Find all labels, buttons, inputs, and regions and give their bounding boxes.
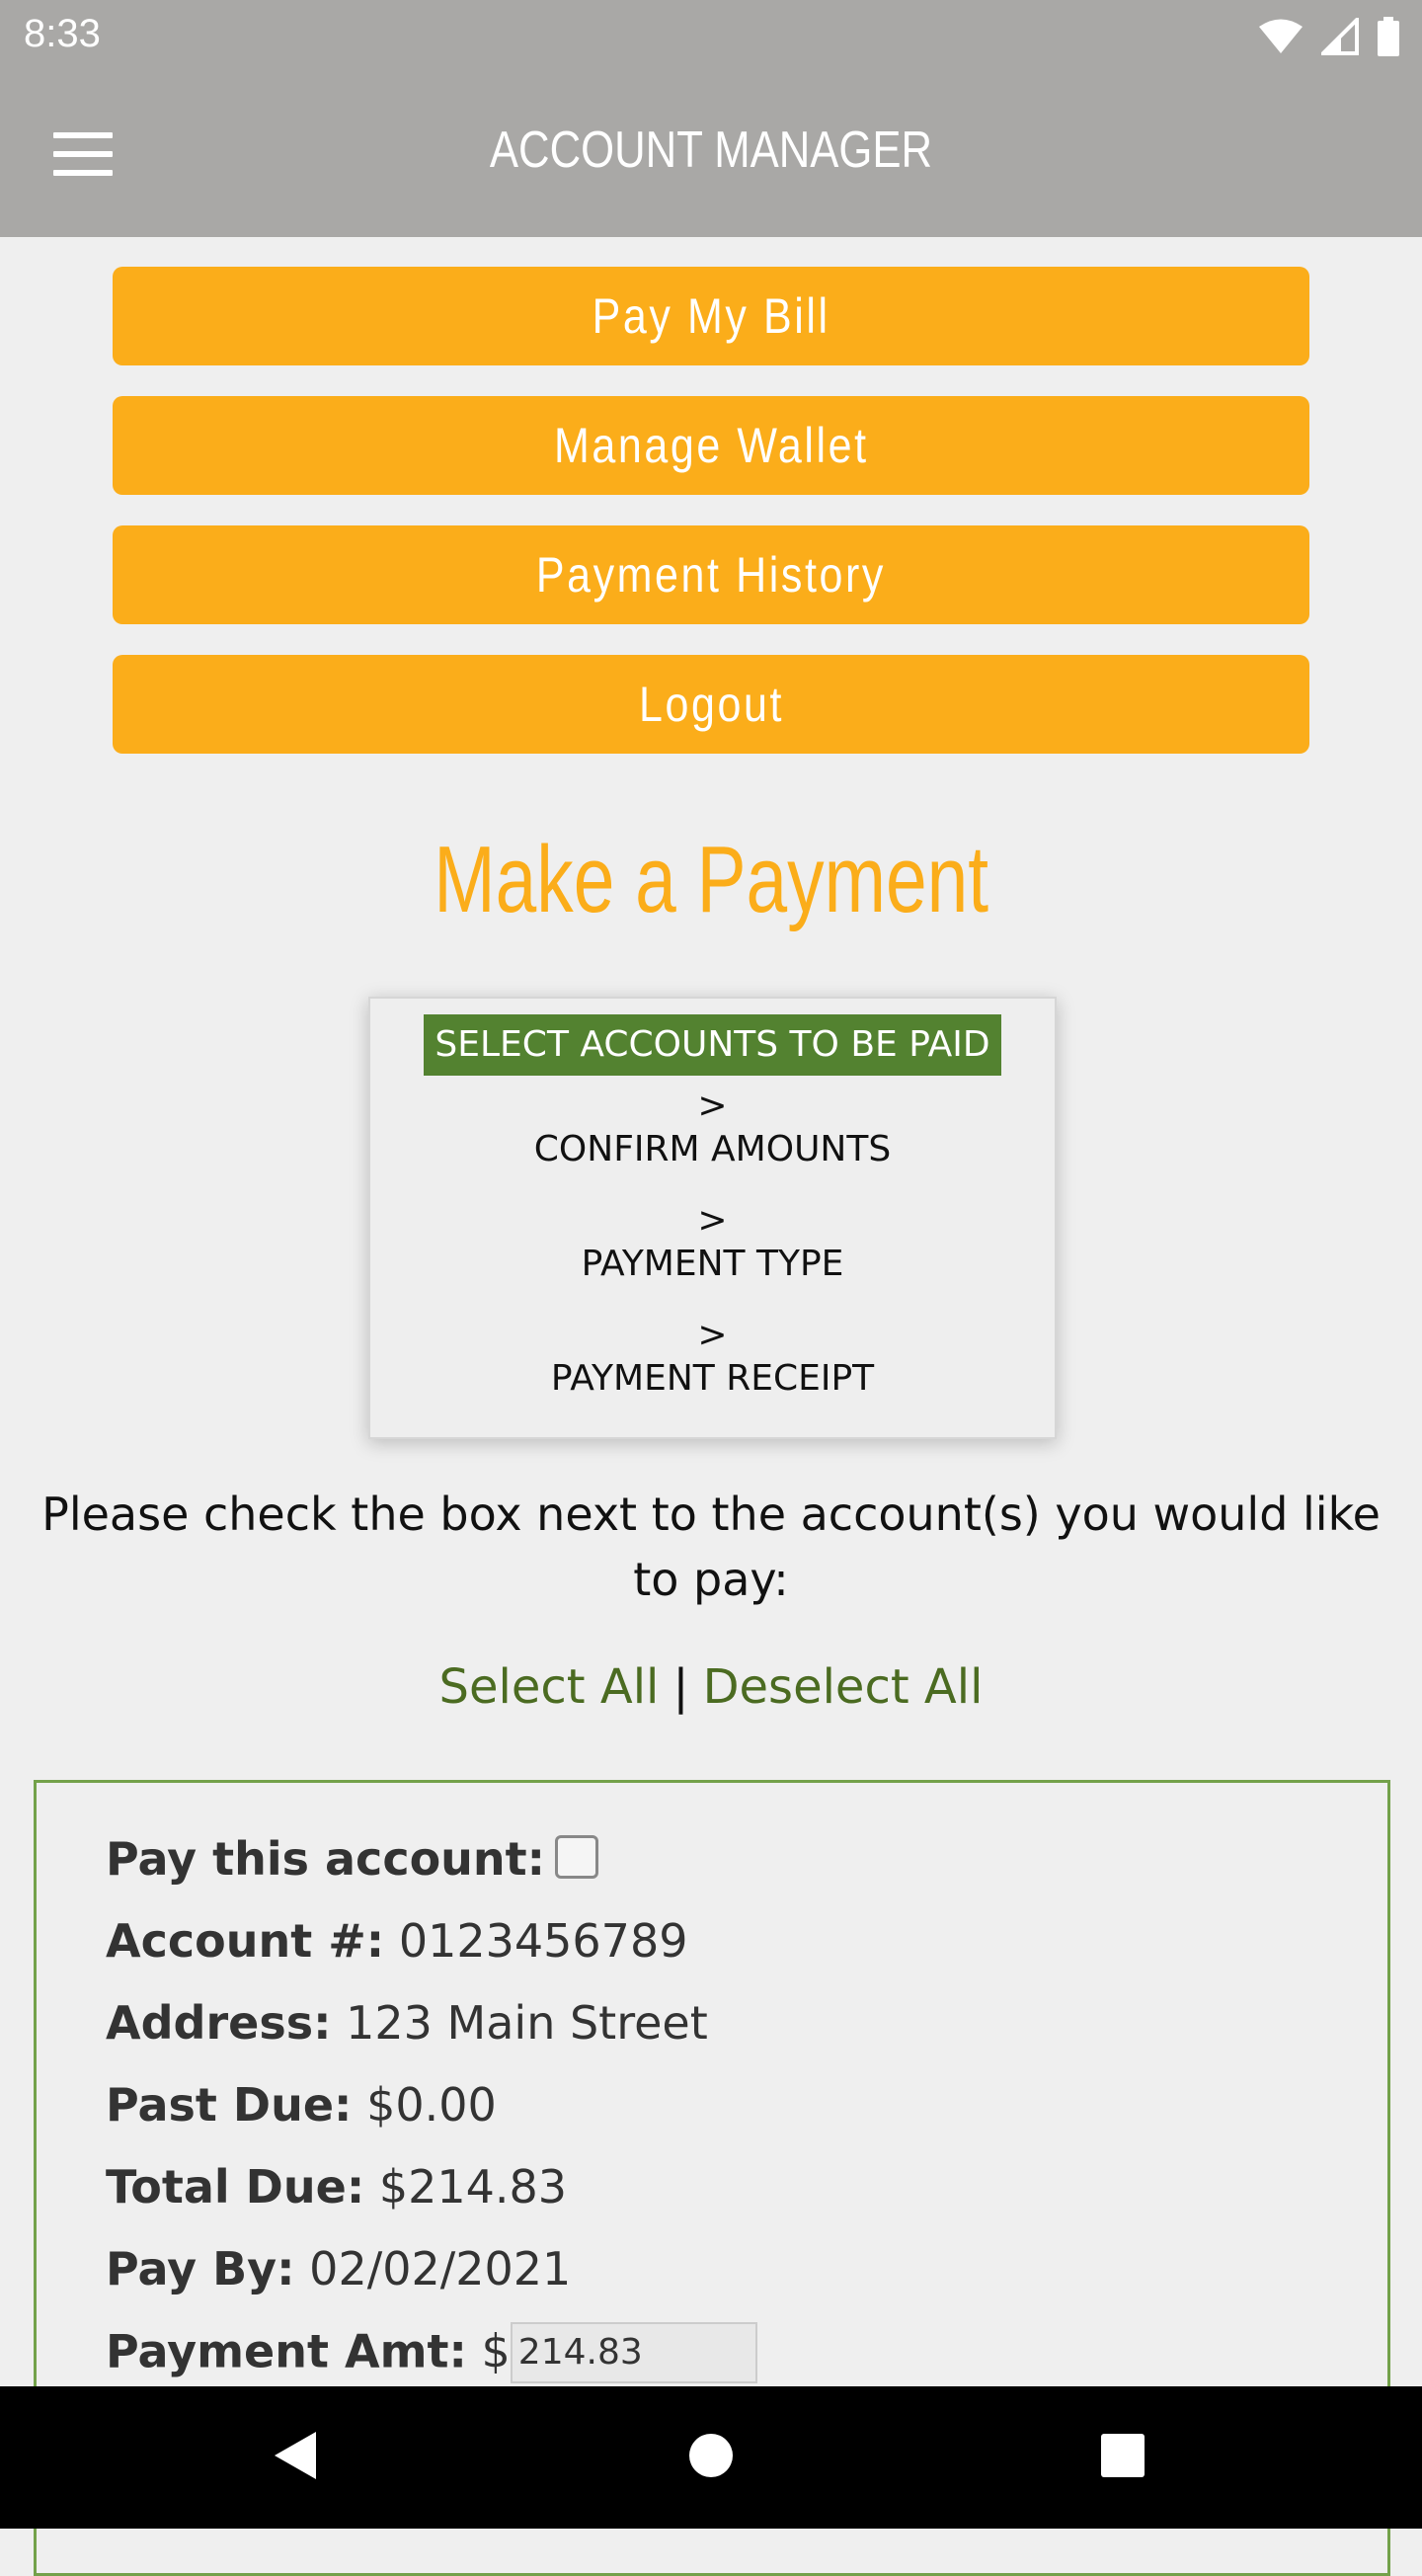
step-select-accounts: SELECT ACCOUNTS TO BE PAID [424, 1014, 1001, 1076]
menu-icon[interactable] [53, 132, 113, 176]
payment-steps: SELECT ACCOUNTS TO BE PAID > CONFIRM AMO… [368, 997, 1057, 1439]
total-due-label: Total Due: [106, 2160, 365, 2214]
pay-by-row: Pay By: 02/02/2021 [106, 2242, 571, 2295]
account-number-value: 0123456789 [398, 1914, 688, 1968]
pay-account-label: Pay this account: [106, 1832, 546, 1886]
step-payment-receipt: PAYMENT RECEIPT [550, 1358, 875, 1399]
logout-button[interactable]: Logout [113, 655, 1309, 754]
address-value: 123 Main Street [346, 1996, 708, 2050]
total-due-value: $214.83 [378, 2160, 568, 2214]
past-due-value: $0.00 [366, 2078, 497, 2132]
total-due-row: Total Due: $214.83 [106, 2160, 567, 2214]
pay-by-value: 02/02/2021 [309, 2242, 572, 2295]
currency-symbol: $ [481, 2324, 511, 2378]
step-separator: > [697, 1200, 728, 1241]
manage-wallet-label: Manage Wallet [553, 418, 869, 473]
step-confirm-amounts: CONFIRM AMOUNTS [533, 1129, 892, 1169]
step-separator: > [697, 1086, 728, 1126]
app-bar: ACCOUNT MANAGER [0, 71, 1422, 237]
past-due-label: Past Due: [106, 2078, 353, 2132]
step-payment-type: PAYMENT TYPE [581, 1244, 844, 1284]
payment-history-button[interactable]: Payment History [113, 525, 1309, 624]
signal-icon [1321, 18, 1359, 55]
section-heading-text: Make a Payment [434, 827, 988, 932]
home-icon[interactable] [687, 2430, 735, 2481]
address-row: Address: 123 Main Street [106, 1996, 708, 2050]
back-icon[interactable] [273, 2430, 318, 2481]
instructions-text: Please check the box next to the account… [41, 1488, 1381, 1606]
page-title: ACCOUNT MANAGER [489, 121, 933, 179]
pay-by-label: Pay By: [106, 2242, 295, 2295]
payment-history-label: Payment History [535, 547, 887, 603]
step-separator: > [697, 1315, 728, 1355]
section-heading: Make a Payment [0, 826, 1422, 934]
pay-account-row: Pay this account: [106, 1832, 599, 1886]
select-controls: Select All | Deselect All [0, 1659, 1422, 1715]
payment-amount-input[interactable]: 214.83 [510, 2322, 757, 2383]
pay-my-bill-button[interactable]: Pay My Bill [113, 267, 1309, 365]
account-number-label: Account #: [106, 1914, 385, 1968]
navigation-bar [0, 2386, 1422, 2529]
recent-apps-icon[interactable] [1100, 2430, 1146, 2481]
status-bar: 8:33 [0, 0, 1422, 71]
select-divider: | [672, 1659, 689, 1715]
payment-amount-label: Payment Amt: [106, 2324, 467, 2378]
deselect-all-link[interactable]: Deselect All [703, 1659, 984, 1715]
wifi-icon [1259, 19, 1303, 53]
pay-account-checkbox[interactable] [555, 1834, 599, 1879]
manage-wallet-button[interactable]: Manage Wallet [113, 396, 1309, 495]
pay-my-bill-label: Pay My Bill [592, 288, 830, 344]
past-due-row: Past Due: $0.00 [106, 2078, 497, 2132]
payment-amount-row: Payment Amt: $214.83 [106, 2322, 757, 2385]
logout-label: Logout [638, 677, 784, 732]
status-time: 8:33 [24, 12, 101, 55]
address-label: Address: [106, 1996, 332, 2050]
account-number-row: Account #: 0123456789 [106, 1914, 687, 1968]
select-all-link[interactable]: Select All [439, 1659, 660, 1715]
battery-icon [1378, 17, 1399, 56]
status-icons [1258, 16, 1400, 57]
